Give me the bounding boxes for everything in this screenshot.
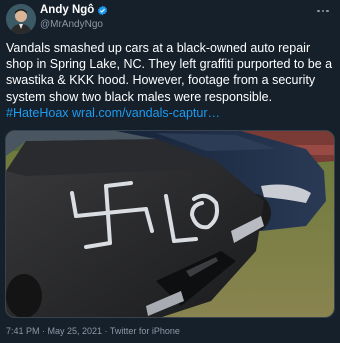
hashtag-link[interactable]: #HateHoax [6, 106, 69, 120]
author-name-row[interactable]: Andy Ngô [40, 4, 108, 16]
article-link[interactable]: wral.com/vandals-captur… [72, 106, 220, 120]
tweet-body: Vandals smashed up cars at a black-owned… [6, 41, 333, 104]
more-options-icon[interactable] [314, 4, 332, 18]
tweet-card: Andy Ngô @MrAndyNgo Vandals smashed up c… [0, 0, 340, 343]
photo-image [6, 131, 334, 317]
tweet-timestamp[interactable]: 7:41 PM · May 25, 2021 · Twitter for iPh… [6, 326, 180, 336]
author-handle[interactable]: @MrAndyNgo [40, 19, 103, 30]
avatar-image [6, 4, 36, 34]
avatar[interactable] [6, 4, 36, 34]
tweet-photo[interactable] [5, 130, 335, 318]
author-display-name[interactable]: Andy Ngô [40, 4, 94, 16]
verified-badge-icon [98, 5, 108, 15]
tweet-text: Vandals smashed up cars at a black-owned… [6, 40, 336, 121]
